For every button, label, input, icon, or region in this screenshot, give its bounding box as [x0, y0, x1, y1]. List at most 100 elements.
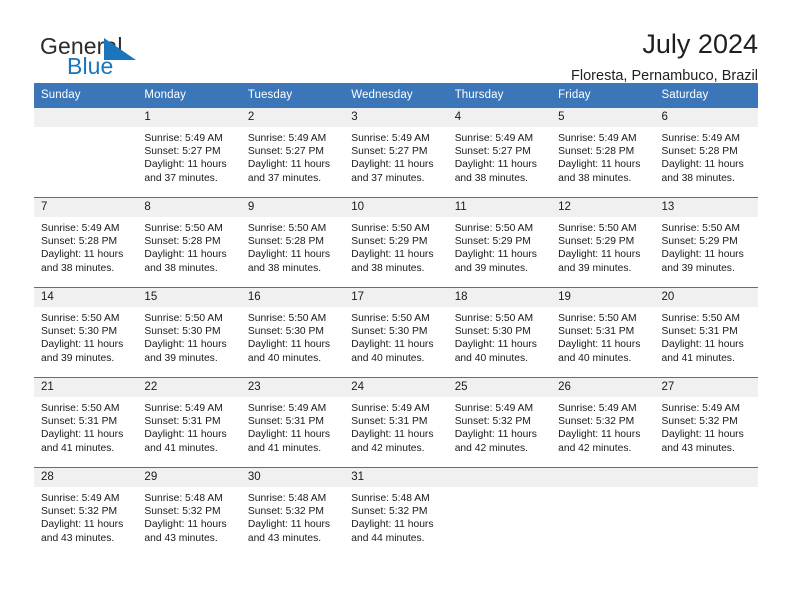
day-details: Sunrise: 5:50 AM Sunset: 5:30 PM Daylight:…	[34, 307, 137, 365]
calendar-day-cell[interactable]: 10 Sunrise: 5:50 AM Sunset: 5:29 PM Dayligh…	[344, 197, 448, 288]
sunset-text: Sunset: 5:32 PM	[351, 506, 428, 518]
calendar-day-cell[interactable]: 11 Sunrise: 5:50 AM Sunset: 5:29 PM Dayligh…	[447, 197, 552, 288]
day-details: Sunrise: 5:49 AM Sunset: 5:32 PM Daylight:…	[34, 487, 137, 545]
calendar-day-cell[interactable]: 30 Sunrise: 5:48 AM Sunset: 5:32 PM Dayligh…	[240, 467, 345, 558]
daylight-text-line1: Daylight: 11 hours	[144, 519, 227, 531]
day-details: Sunrise: 5:49 AM Sunset: 5:32 PM Daylight:…	[448, 397, 551, 455]
day-number	[654, 468, 758, 487]
day-number: 28	[34, 468, 138, 487]
calendar-day-cell[interactable]: 20 Sunrise: 5:50 AM Sunset: 5:31 PM Dayligh…	[654, 287, 758, 378]
weekday-header-monday: Monday	[137, 83, 241, 108]
daylight-text-line2: and 43 minutes.	[41, 532, 115, 544]
sunset-text: Sunset: 5:31 PM	[41, 416, 118, 428]
daylight-text-line1: Daylight: 11 hours	[247, 249, 331, 261]
day-details: Sunrise: 5:50 AM Sunset: 5:30 PM Daylight:…	[344, 307, 447, 365]
day-details: Sunrise: 5:50 AM Sunset: 5:28 PM Daylight:…	[241, 217, 344, 275]
calendar-day-cell[interactable]: 23 Sunrise: 5:49 AM Sunset: 5:31 PM Dayligh…	[240, 377, 345, 468]
calendar-week-row: 14 Sunrise: 5:50 AM Sunset: 5:30 PM Dayligh…	[34, 287, 758, 378]
sunrise-text: Sunrise: 5:50 AM	[661, 313, 740, 324]
day-number: 31	[344, 468, 448, 487]
daylight-text-line2: and 40 minutes.	[558, 352, 632, 364]
calendar-day-cell[interactable]: 24 Sunrise: 5:49 AM Sunset: 5:31 PM Dayligh…	[344, 377, 448, 468]
daylight-text-line1: Daylight: 11 hours	[41, 519, 124, 531]
day-number: 10	[344, 198, 448, 217]
calendar-week-row: 1 Sunrise: 5:49 AM Sunset: 5:27 PM Daylight…	[34, 107, 758, 198]
calendar-day-cell[interactable]: 7 Sunrise: 5:49 AM Sunset: 5:28 PM Daylight…	[34, 197, 138, 288]
daylight-text-line2: and 38 minutes.	[351, 262, 425, 274]
sunrise-text: Sunrise: 5:49 AM	[558, 133, 637, 144]
sunset-text: Sunset: 5:31 PM	[661, 326, 738, 338]
day-number	[551, 468, 655, 487]
sunrise-text: Sunrise: 5:49 AM	[144, 403, 223, 414]
sunrise-text: Sunrise: 5:50 AM	[351, 223, 430, 234]
calendar-body: 1 Sunrise: 5:49 AM Sunset: 5:27 PM Daylight…	[34, 107, 758, 558]
calendar-day-cell[interactable]: 15 Sunrise: 5:50 AM Sunset: 5:30 PM Dayligh…	[137, 287, 241, 378]
day-details: Sunrise: 5:49 AM Sunset: 5:28 PM Daylight:…	[34, 217, 137, 275]
day-details: Sunrise: 5:49 AM Sunset: 5:28 PM Daylight:…	[551, 127, 654, 185]
sunset-text: Sunset: 5:28 PM	[661, 146, 738, 158]
day-details: Sunrise: 5:50 AM Sunset: 5:29 PM Daylight:…	[344, 217, 447, 275]
calendar-day-cell[interactable]: 29 Sunrise: 5:48 AM Sunset: 5:32 PM Dayligh…	[137, 467, 241, 558]
sunrise-text: Sunrise: 5:49 AM	[351, 403, 430, 414]
calendar-day-cell[interactable]: 1 Sunrise: 5:49 AM Sunset: 5:27 PM Daylight…	[137, 107, 241, 198]
day-number: 14	[34, 288, 138, 307]
calendar-day-cell[interactable]: 25 Sunrise: 5:49 AM Sunset: 5:32 PM Dayligh…	[447, 377, 552, 468]
calendar-day-cell[interactable]: 28 Sunrise: 5:49 AM Sunset: 5:32 PM Dayligh…	[34, 467, 138, 558]
calendar-day-cell-empty	[447, 467, 552, 558]
day-number: 6	[654, 108, 758, 127]
calendar-day-cell[interactable]: 26 Sunrise: 5:49 AM Sunset: 5:32 PM Dayligh…	[551, 377, 655, 468]
calendar-day-cell[interactable]: 19 Sunrise: 5:50 AM Sunset: 5:31 PM Dayligh…	[551, 287, 655, 378]
daylight-text-line1: Daylight: 11 hours	[41, 249, 124, 261]
calendar-day-cell[interactable]: 14 Sunrise: 5:50 AM Sunset: 5:30 PM Dayligh…	[34, 287, 138, 378]
sunset-text: Sunset: 5:28 PM	[144, 236, 221, 248]
sunset-text: Sunset: 5:29 PM	[558, 236, 635, 248]
calendar-table: Sunday Monday Tuesday Wednesday Thursday…	[34, 83, 758, 558]
brand-logo[interactable]: General Blue	[34, 30, 244, 86]
calendar-day-cell[interactable]: 22 Sunrise: 5:49 AM Sunset: 5:31 PM Dayligh…	[137, 377, 241, 468]
sunrise-text: Sunrise: 5:50 AM	[661, 223, 740, 234]
calendar-day-cell[interactable]: 9 Sunrise: 5:50 AM Sunset: 5:28 PM Daylight…	[240, 197, 345, 288]
calendar-day-cell[interactable]: 27 Sunrise: 5:49 AM Sunset: 5:32 PM Dayligh…	[654, 377, 758, 468]
weekday-header-friday: Friday	[551, 83, 655, 108]
sunset-text: Sunset: 5:31 PM	[351, 416, 428, 428]
weekday-header-thursday: Thursday	[447, 83, 552, 108]
calendar-day-cell[interactable]: 17 Sunrise: 5:50 AM Sunset: 5:30 PM Dayligh…	[344, 287, 448, 378]
day-details: Sunrise: 5:49 AM Sunset: 5:32 PM Daylight:…	[655, 397, 758, 455]
calendar-day-cell[interactable]: 12 Sunrise: 5:50 AM Sunset: 5:29 PM Dayligh…	[551, 197, 655, 288]
calendar-day-cell[interactable]: 21 Sunrise: 5:50 AM Sunset: 5:31 PM Dayligh…	[34, 377, 138, 468]
page-title: July 2024	[642, 29, 758, 59]
triangle-flag-icon	[104, 38, 136, 60]
day-number: 11	[447, 198, 552, 217]
sunrise-text: Sunrise: 5:50 AM	[41, 313, 120, 324]
day-details: Sunrise: 5:50 AM Sunset: 5:30 PM Daylight:…	[137, 307, 240, 365]
sunset-text: Sunset: 5:30 PM	[454, 326, 531, 338]
day-number: 2	[240, 108, 345, 127]
calendar-day-cell[interactable]: 4 Sunrise: 5:49 AM Sunset: 5:27 PM Daylight…	[447, 107, 552, 198]
calendar-day-cell[interactable]: 5 Sunrise: 5:49 AM Sunset: 5:28 PM Daylight…	[551, 107, 655, 198]
sunset-text: Sunset: 5:30 PM	[144, 326, 221, 338]
calendar-day-cell[interactable]: 2 Sunrise: 5:49 AM Sunset: 5:27 PM Daylight…	[240, 107, 345, 198]
day-details: Sunrise: 5:49 AM Sunset: 5:32 PM Daylight:…	[551, 397, 654, 455]
calendar-day-cell[interactable]: 3 Sunrise: 5:49 AM Sunset: 5:27 PM Daylight…	[344, 107, 448, 198]
daylight-text-line2: and 38 minutes.	[41, 262, 115, 274]
daylight-text-line2: and 39 minutes.	[454, 262, 528, 274]
daylight-text-line2: and 37 minutes.	[144, 172, 218, 184]
daylight-text-line1: Daylight: 11 hours	[247, 429, 331, 441]
sunrise-text: Sunrise: 5:50 AM	[41, 403, 120, 414]
sunset-text: Sunset: 5:27 PM	[144, 146, 221, 158]
daylight-text-line2: and 39 minutes.	[661, 262, 735, 274]
daylight-text-line1: Daylight: 11 hours	[351, 339, 434, 351]
sunrise-text: Sunrise: 5:50 AM	[144, 223, 223, 234]
calendar-day-cell[interactable]: 8 Sunrise: 5:50 AM Sunset: 5:28 PM Daylight…	[137, 197, 241, 288]
weekday-header-sunday: Sunday	[34, 83, 138, 108]
sunrise-text: Sunrise: 5:49 AM	[661, 403, 740, 414]
sunset-text: Sunset: 5:31 PM	[144, 416, 221, 428]
calendar-day-cell[interactable]: 16 Sunrise: 5:50 AM Sunset: 5:30 PM Dayligh…	[240, 287, 345, 378]
weekday-header-wednesday: Wednesday	[344, 83, 448, 108]
sunrise-text: Sunrise: 5:50 AM	[454, 313, 534, 324]
calendar-day-cell[interactable]: 6 Sunrise: 5:49 AM Sunset: 5:28 PM Daylight…	[654, 107, 758, 198]
calendar-day-cell[interactable]: 31 Sunrise: 5:48 AM Sunset: 5:32 PM Dayligh…	[344, 467, 448, 558]
sunset-text: Sunset: 5:32 PM	[661, 416, 738, 428]
calendar-day-cell[interactable]: 13 Sunrise: 5:50 AM Sunset: 5:29 PM Dayligh…	[654, 197, 758, 288]
calendar-day-cell[interactable]: 18 Sunrise: 5:50 AM Sunset: 5:30 PM Dayligh…	[447, 287, 552, 378]
